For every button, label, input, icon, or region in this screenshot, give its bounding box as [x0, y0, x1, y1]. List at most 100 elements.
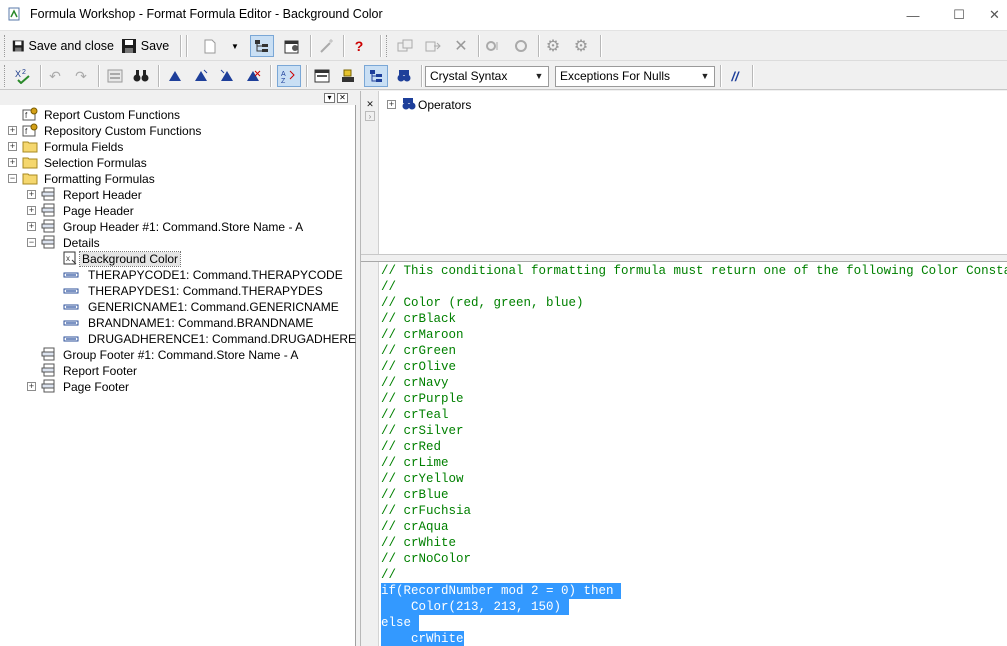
- copy-formula-button[interactable]: [422, 35, 444, 57]
- expand-icon[interactable]: +: [27, 206, 36, 215]
- redo-button[interactable]: ↷: [70, 65, 92, 87]
- floppy-disk-icon: [121, 39, 136, 53]
- pane-close-button[interactable]: ✕: [337, 93, 348, 103]
- expand-icon[interactable]: +: [8, 126, 17, 135]
- tree-item-operators[interactable]: + Operators: [385, 97, 585, 113]
- expand-icon[interactable]: +: [8, 142, 17, 151]
- tree-item-therapycode1[interactable]: THERAPYCODE1: Command.THERAPYCODE: [0, 267, 356, 283]
- tree-item-genericname1[interactable]: GENERICNAME1: Command.GENERICNAME: [0, 299, 356, 315]
- custom-functions-icon: f: [22, 107, 38, 121]
- gear-settings-button[interactable]: ⚙: [570, 35, 592, 57]
- browse-data-button[interactable]: [104, 65, 126, 87]
- tree-item-drugadherence1[interactable]: DRUGADHERENCE1: Command.DRUGADHERENCE: [0, 331, 381, 347]
- undo-button[interactable]: ↶: [44, 65, 66, 87]
- tree-item-label: Report Footer: [63, 364, 138, 378]
- horizontal-splitter[interactable]: [361, 254, 1007, 262]
- repository-functions-icon: f: [22, 123, 38, 137]
- toolbar-separator: [186, 35, 187, 57]
- expand-icon[interactable]: +: [387, 100, 396, 109]
- tree-item-details[interactable]: − Details: [0, 235, 356, 251]
- sort-tree-button[interactable]: AZ: [277, 65, 301, 87]
- show-operator-list-button[interactable]: [392, 65, 416, 87]
- toolbar-separator: [343, 35, 344, 57]
- redo-icon: ↷: [75, 67, 87, 84]
- close-pane-icon[interactable]: ✕: [365, 99, 375, 109]
- close-window-button[interactable]: ✕: [982, 0, 1007, 30]
- expand-icon[interactable]: +: [27, 190, 36, 199]
- properties-button[interactable]: [281, 35, 303, 57]
- tree-item-selection-formulas[interactable]: + Selection Formulas: [0, 155, 356, 171]
- tree-item-report-custom-functions[interactable]: f Report Custom Functions: [0, 107, 356, 123]
- bookmark-toggle-button[interactable]: [164, 65, 186, 87]
- formula-expert-button[interactable]: [316, 35, 338, 57]
- show-field-tree-button[interactable]: [311, 65, 333, 87]
- code-line: // crSilver: [381, 424, 464, 438]
- toolbar-separator: [478, 35, 479, 57]
- gear-button[interactable]: ⚙: [542, 35, 564, 57]
- repository-button[interactable]: [510, 35, 532, 57]
- toggle-tree-button[interactable]: [250, 35, 274, 57]
- code-line: // crTeal: [381, 408, 449, 422]
- tree-item-label: THERAPYDES1: Command.THERAPYDES: [88, 284, 323, 298]
- operators-icon: [402, 98, 416, 110]
- new-formula-button[interactable]: [200, 35, 220, 57]
- comment-lines-button[interactable]: //: [724, 65, 746, 87]
- clear-bookmarks-button[interactable]: [242, 65, 264, 87]
- syntax-select[interactable]: Crystal Syntax ▼: [425, 66, 549, 87]
- tree-item-report-footer[interactable]: Report Footer: [0, 363, 356, 379]
- expand-icon[interactable]: +: [27, 222, 36, 231]
- save-label: Save: [140, 39, 170, 53]
- expand-icon[interactable]: +: [27, 382, 36, 391]
- tree-item-formatting-formulas[interactable]: − Formatting Formulas: [0, 171, 356, 187]
- find-button[interactable]: [130, 65, 152, 87]
- section-icon: [41, 363, 55, 377]
- next-bookmark-button[interactable]: [190, 65, 212, 87]
- nulls-select[interactable]: Exceptions For Nulls ▼: [555, 66, 715, 87]
- tree-item-therapydes1[interactable]: THERAPYDES1: Command.THERAPYDES: [0, 283, 356, 299]
- tree-item-background-color[interactable]: x Background Color: [0, 251, 356, 267]
- check-x2-icon: X2: [15, 69, 30, 84]
- add-to-repository-button[interactable]: [482, 35, 504, 57]
- nulls-select-value: Exceptions For Nulls: [560, 69, 671, 83]
- help-button[interactable]: ?: [349, 35, 369, 57]
- new-formula-dropdown[interactable]: ▼: [228, 35, 242, 57]
- rename-button[interactable]: [394, 35, 416, 57]
- tree-item-page-header[interactable]: + Page Header: [0, 203, 356, 219]
- collapse-icon[interactable]: −: [8, 174, 17, 183]
- toolbar-grip[interactable]: [386, 35, 389, 57]
- field-icon: [63, 336, 79, 342]
- expand-icon[interactable]: +: [8, 158, 17, 167]
- tree-item-label: THERAPYCODE1: Command.THERAPYCODE: [88, 268, 343, 282]
- tree-item-repository-custom-functions[interactable]: + f Repository Custom Functions: [0, 123, 356, 139]
- tree-item-label: GENERICNAME1: Command.GENERICNAME: [88, 300, 339, 314]
- tree-item-brandname1[interactable]: BRANDNAME1: Command.BRANDNAME: [0, 315, 356, 331]
- tree-item-group-footer[interactable]: Group Footer #1: Command.Store Name - A: [0, 347, 356, 363]
- toolbar-grip[interactable]: [4, 65, 7, 87]
- tree-item-formula-fields[interactable]: + Formula Fields: [0, 139, 356, 155]
- previous-bookmark-button[interactable]: [216, 65, 238, 87]
- tree-item-report-header[interactable]: + Report Header: [0, 187, 356, 203]
- tree-item-group-header[interactable]: + Group Header #1: Command.Store Name - …: [0, 219, 356, 235]
- toolbar-grip[interactable]: [4, 35, 7, 57]
- maximize-button[interactable]: ☐: [936, 0, 982, 30]
- code-line: // crWhite: [381, 536, 457, 550]
- show-operator-tree-button[interactable]: [364, 65, 388, 87]
- save-button[interactable]: Save: [120, 35, 170, 57]
- check-formula-button[interactable]: X2: [12, 65, 34, 87]
- minimize-button[interactable]: —: [890, 0, 936, 30]
- tree-item-page-footer[interactable]: + Page Footer: [0, 379, 356, 395]
- pane-scroll-icon[interactable]: ›: [365, 111, 375, 121]
- collapse-icon[interactable]: −: [27, 238, 36, 247]
- delete-button[interactable]: ✕: [450, 35, 472, 57]
- pane-menu-button[interactable]: ▾: [324, 93, 335, 103]
- toolbar-separator: [600, 35, 601, 57]
- tree-pane-header: ▾ ✕: [0, 91, 356, 105]
- code-line: // crRed: [381, 440, 442, 454]
- operators-label: Operators: [418, 98, 472, 112]
- show-function-tree-button[interactable]: [337, 65, 359, 87]
- formula-text-editor[interactable]: // This conditional formatting formula m…: [361, 262, 1007, 646]
- section-icon: [41, 347, 55, 361]
- browse-data-icon: [107, 69, 123, 83]
- toolbar-separator: [720, 65, 721, 87]
- save-and-close-button[interactable]: Save and close: [12, 35, 114, 57]
